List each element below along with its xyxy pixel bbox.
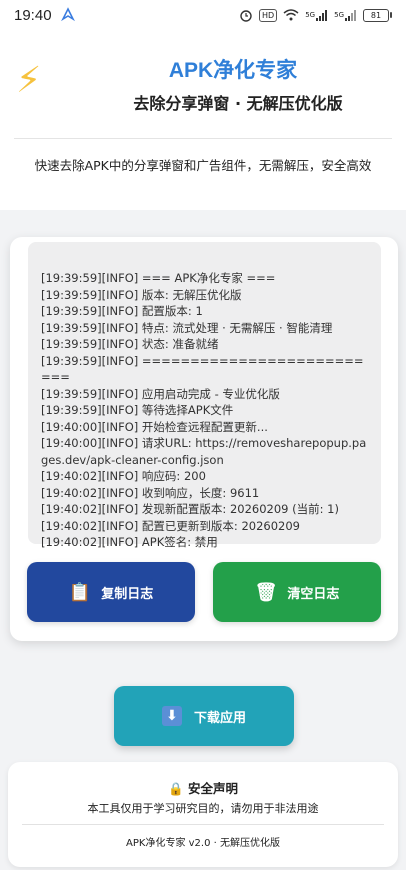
wifi-icon: [283, 9, 299, 21]
log-line: [19:39:59][INFO] 应用启动完成 - 专业优化版: [41, 386, 280, 401]
download-app-button[interactable]: ⬇ 下载应用: [114, 686, 294, 746]
copy-log-label: 复制日志: [101, 586, 154, 602]
header: ⚡ APK净化专家 去除分享弹窗 · 无解压优化版 快速去除APK中的分享弹窗和…: [0, 30, 406, 210]
log-line: [19:40:02][INFO] 响应码: 200: [41, 469, 206, 483]
log-line: [19:39:59][INFO] 特点: 流式处理 · 无需解压 · 智能清理: [41, 320, 333, 335]
log-line: [19:39:59][INFO] === APK净化专家 ===: [41, 271, 276, 285]
clear-log-button[interactable]: 🗑 清空日志: [213, 562, 381, 622]
app-notification-icon: [60, 7, 76, 23]
log-output[interactable]: [19:39:59][INFO] === APK净化专家 === [19:39:…: [28, 242, 381, 549]
log-line: [19:39:59][INFO] 配置版本: 1: [41, 304, 203, 318]
hd-badge: HD: [259, 8, 278, 22]
footer-divider: [22, 824, 384, 825]
log-line: [19:40:02][INFO] 收到响应，长度: 9611: [41, 485, 260, 500]
trash-icon: 🗑: [254, 581, 278, 603]
app-description: 快速去除APK中的分享弹窗和广告组件，无需解压，安全高效: [34, 158, 372, 173]
download-label: 下载应用: [193, 710, 246, 726]
security-text: 本工具仅用于学习研究目的，请勿用于非法用途: [87, 802, 319, 815]
battery-level: 81: [363, 8, 389, 22]
security-title: 🔒 安全声明: [168, 781, 238, 796]
log-line: [19:40:02][INFO] 发现新配置版本: 20260209 (当前: …: [41, 502, 339, 516]
download-arrow-icon: ⬇: [161, 706, 182, 726]
log-line: [19:40:02][INFO] APK签名: 禁用: [41, 535, 218, 549]
log-line: [19:40:00][INFO] 请求URL: https://removesh…: [41, 436, 367, 467]
log-line: [19:39:59][INFO] =======================…: [41, 353, 364, 385]
status-time: 19:40: [14, 6, 52, 24]
footer-card: 🔒 安全声明 本工具仅用于学习研究目的，请勿用于非法用途 APK净化专家 v2.…: [8, 762, 398, 867]
version-text: APK净化专家 v2.0 · 无解压优化版: [126, 838, 280, 849]
log-line: [19:39:59][INFO] 等待选择APK文件: [41, 403, 234, 417]
signal-icon-1: 5G: [305, 9, 328, 21]
battery-icon: 81: [363, 8, 392, 22]
copy-log-button[interactable]: 📋 复制日志: [27, 562, 195, 622]
status-bar: 19:40 HD 5G 5G 81: [0, 0, 406, 30]
log-line: [19:40:00][INFO] 开始检查远程配置更新...: [41, 419, 268, 434]
log-card: [19:39:59][INFO] === APK净化专家 === [19:39:…: [10, 237, 398, 641]
header-divider: [14, 138, 392, 139]
log-line: [19:39:59][INFO] 版本: 无解压优化版: [41, 287, 242, 302]
signal-label-2: 5G: [334, 11, 344, 19]
signal-icon-2: 5G: [334, 9, 357, 21]
app-subtitle: 去除分享弹窗 · 无解压优化版: [133, 94, 343, 113]
status-icons: HD 5G 5G 81: [239, 8, 392, 22]
signal-label-1: 5G: [305, 11, 316, 19]
log-line: [19:39:59][INFO] 状态: 准备就绪: [41, 337, 219, 351]
clear-log-label: 清空日志: [287, 586, 340, 602]
alarm-icon: [239, 8, 253, 22]
log-line: [19:40:02][INFO] 配置已更新到版本: 20260209: [41, 518, 300, 533]
clipboard-icon: 📋: [68, 581, 92, 603]
app-title: APK净化专家: [168, 59, 298, 82]
